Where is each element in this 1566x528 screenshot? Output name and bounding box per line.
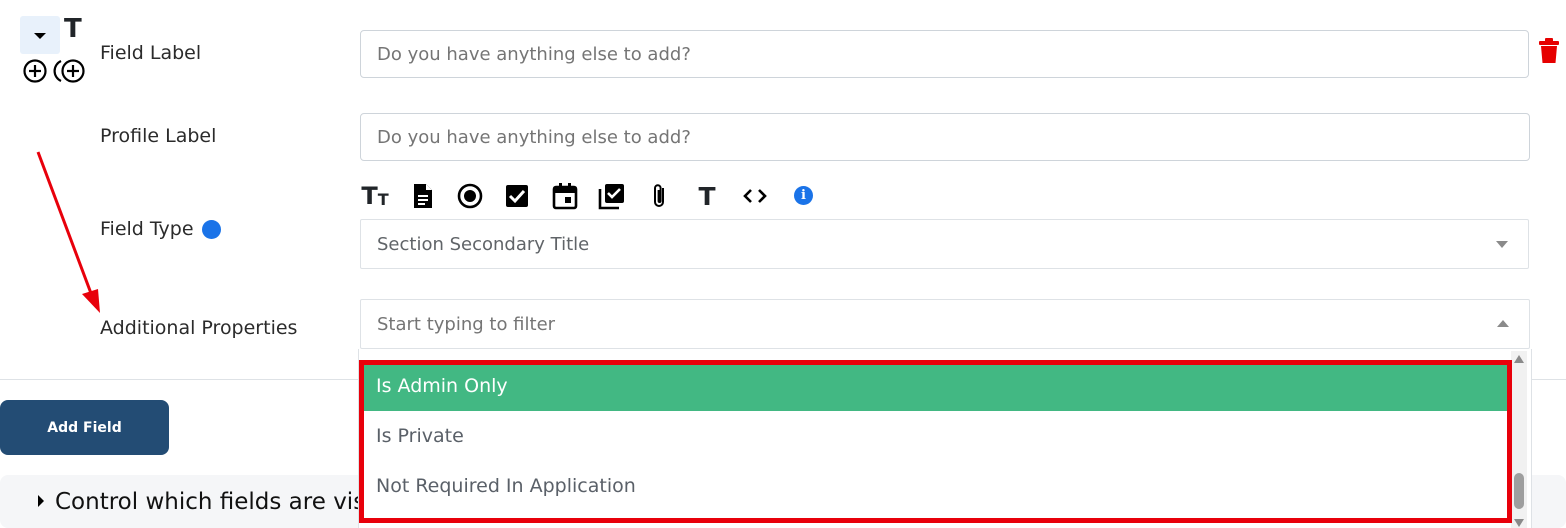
scroll-up-arrow-icon[interactable] [1514, 355, 1524, 363]
text-size-icon[interactable]: TT [361, 182, 389, 210]
plus-circle-nested-icon[interactable] [53, 58, 87, 84]
text-icon[interactable]: T [64, 14, 82, 44]
annotation-arrow [36, 151, 100, 313]
additional-properties-label: Additional Properties [100, 317, 298, 339]
additional-properties-filter[interactable] [360, 299, 1530, 349]
field-type-select[interactable]: Section Secondary Title [360, 219, 1529, 269]
caret-down-icon [34, 33, 46, 39]
annotation-highlight-box [359, 360, 1512, 523]
calendar-icon[interactable] [551, 182, 579, 210]
caret-right-icon [38, 495, 44, 507]
dropdown-scrollbar[interactable] [1511, 351, 1527, 528]
field-type-label-text: Field Type [100, 218, 194, 240]
field-type-selected-value: Section Secondary Title [377, 233, 590, 255]
scrollbar-thumb[interactable] [1514, 473, 1524, 509]
field-type-info-icon[interactable]: i [794, 184, 813, 205]
radio-icon[interactable] [456, 182, 484, 210]
field-label-input[interactable] [360, 30, 1529, 78]
checklist-icon[interactable] [598, 182, 626, 210]
checkbox-icon[interactable] [503, 182, 531, 210]
field-label-label: Field Label [100, 42, 202, 64]
add-field-button[interactable]: Add Field [0, 400, 169, 455]
paperclip-icon[interactable] [646, 182, 674, 210]
chevron-down-icon [1496, 241, 1508, 248]
chevron-up-icon [1497, 320, 1509, 327]
collapse-toggle[interactable] [20, 16, 60, 54]
profile-label-label: Profile Label [100, 125, 217, 147]
code-icon[interactable] [741, 182, 769, 210]
document-icon[interactable] [409, 182, 437, 210]
field-type-label: Field Type [100, 218, 221, 240]
text-type-icon[interactable]: T [693, 182, 721, 211]
info-icon[interactable] [201, 219, 221, 239]
scroll-down-arrow-icon[interactable] [1514, 519, 1524, 527]
profile-label-input[interactable] [360, 113, 1530, 161]
plus-circle-icon[interactable] [22, 58, 48, 84]
additional-properties-filter-input[interactable] [377, 313, 1277, 335]
trash-icon[interactable] [1538, 38, 1560, 64]
control-fields-title: Control which fields are vis [55, 489, 366, 515]
